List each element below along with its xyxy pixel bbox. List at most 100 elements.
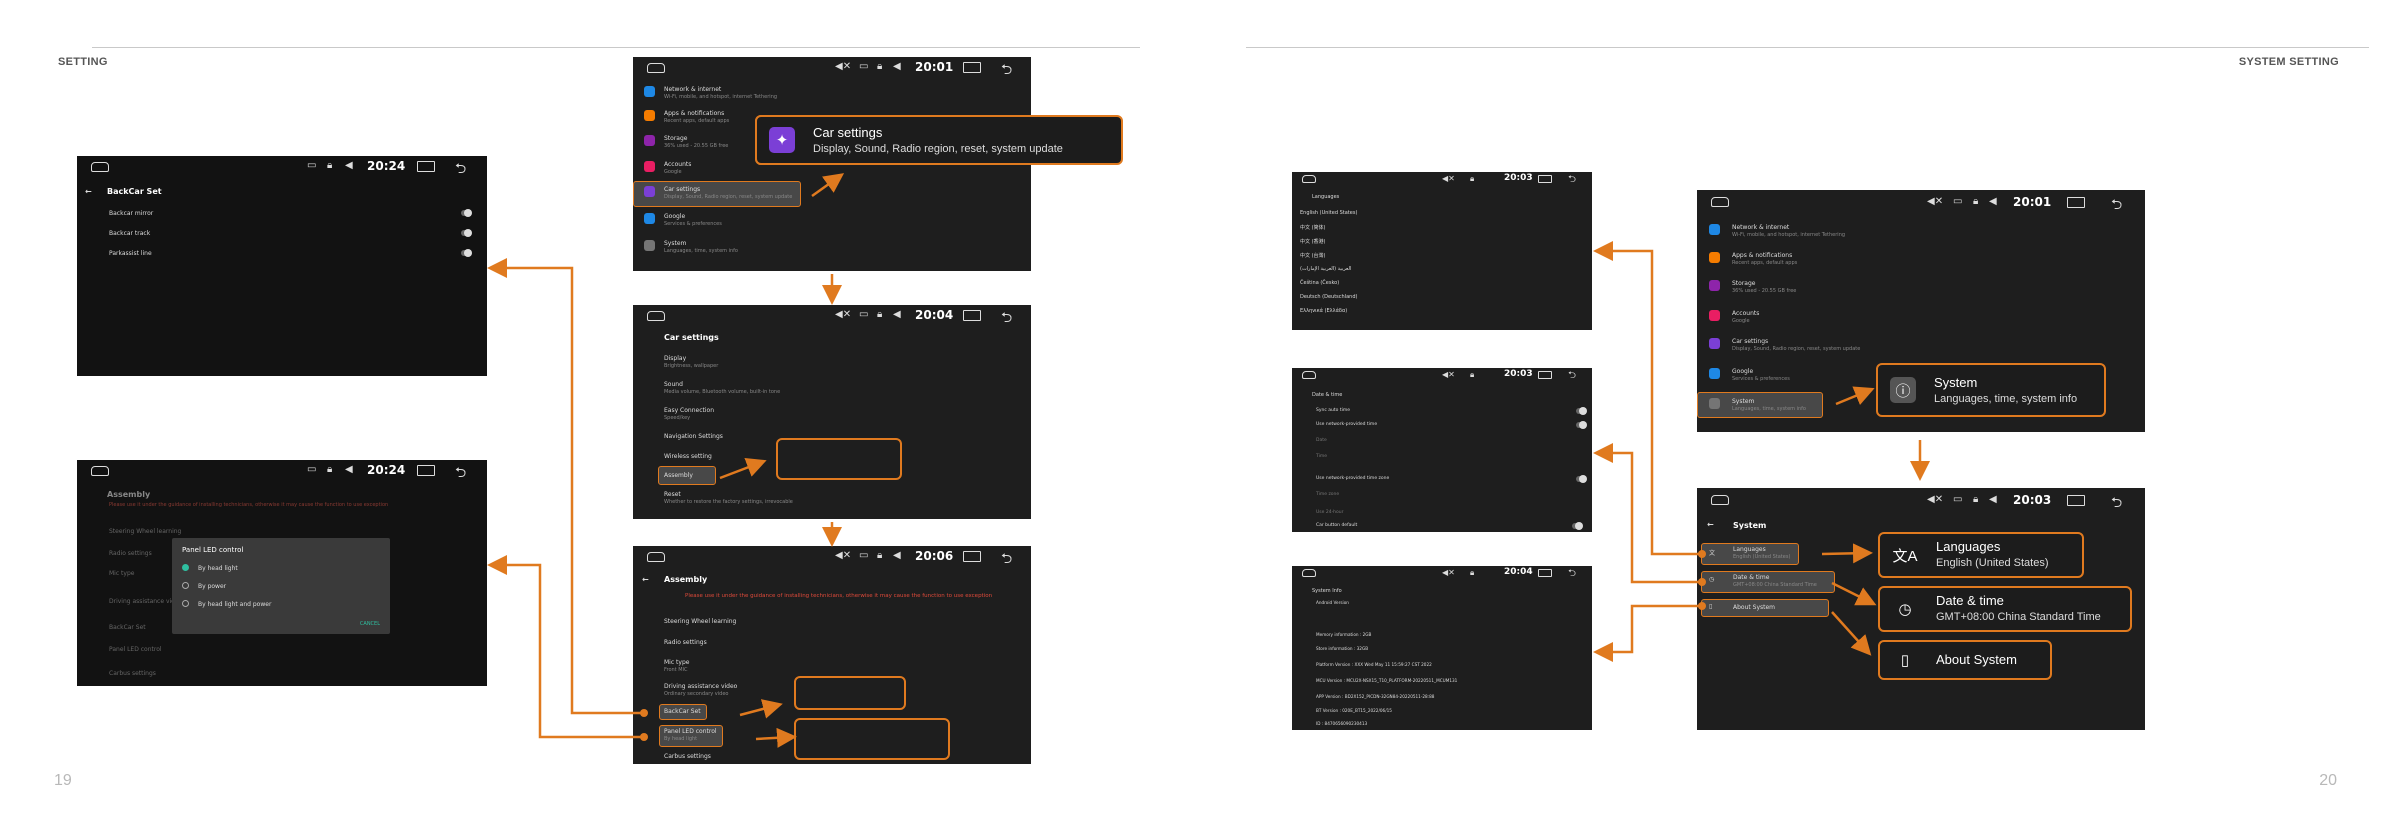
back-arrow-icon[interactable]: ← — [1707, 520, 1714, 529]
network-time-toggle[interactable] — [1576, 421, 1587, 429]
backcar-mirror-toggle[interactable] — [461, 209, 472, 217]
system-item-about[interactable]: About System — [1733, 604, 1775, 611]
recent-apps-icon[interactable] — [1538, 175, 1552, 183]
system-item-date-time[interactable]: Date & time GMT+08:00 China Standard Time — [1733, 574, 1817, 588]
recent-apps-icon[interactable] — [1538, 371, 1552, 379]
back-icon[interactable]: ⮌ — [2111, 194, 2122, 218]
home-icon[interactable] — [91, 162, 109, 172]
back-icon[interactable]: ⮌ — [1568, 566, 1576, 583]
back-icon[interactable]: ⮌ — [2111, 492, 2122, 516]
home-icon[interactable] — [647, 311, 665, 321]
assembly-item-panel-led[interactable]: Panel LED control By head light — [664, 728, 717, 742]
car-item-navigation[interactable]: Navigation Settings — [664, 433, 723, 440]
settings-item-google[interactable]: Google Services & preferences — [664, 213, 722, 227]
settings-item-system[interactable]: System Languages, time, system info — [664, 240, 738, 254]
system-item-languages[interactable]: Languages English (United States) — [1733, 546, 1790, 560]
option-by-power[interactable]: By power — [198, 583, 226, 590]
settings-item-storage[interactable]: Storage 36% used - 20.55 GB free — [664, 135, 728, 149]
radio-icon[interactable] — [182, 600, 189, 607]
datetime-item[interactable]: Sync auto time — [1316, 408, 1350, 413]
settings-item-system[interactable]: System Languages, time, system info — [1732, 398, 1806, 412]
language-item[interactable]: Deutsch (Deutschland) — [1300, 294, 1357, 300]
back-icon[interactable]: ⮌ — [455, 462, 466, 486]
home-icon[interactable] — [91, 466, 109, 476]
option-head-light-and-power[interactable]: By head light and power — [198, 601, 271, 608]
parkassist-line-toggle[interactable] — [461, 249, 472, 257]
car-item-reset[interactable]: Reset Whether to restore the factory sett… — [664, 491, 793, 505]
network-zone-toggle[interactable] — [1576, 475, 1587, 483]
settings-item-storage[interactable]: Storage 36% used - 20.55 GB free — [1732, 280, 1796, 294]
assembly-item-mic[interactable]: Mic type Front MIC — [664, 659, 689, 673]
back-icon[interactable]: ⮌ — [1001, 548, 1012, 572]
recent-apps-icon[interactable] — [417, 161, 435, 172]
recent-apps-icon[interactable] — [963, 310, 981, 321]
notification-icon: ▭ — [859, 61, 869, 72]
language-item[interactable]: 中文 (简体) — [1300, 224, 1326, 231]
datetime-item[interactable]: Use 24-hour — [1316, 510, 1344, 515]
car-item-sound[interactable]: Sound Media volume, Bluetooth volume, bui… — [664, 381, 780, 395]
back-icon[interactable]: ⮌ — [1001, 307, 1012, 331]
car-item-assembly[interactable]: Assembly — [664, 472, 693, 479]
back-icon[interactable]: ⮌ — [1568, 368, 1576, 385]
language-item[interactable]: 中文 (香港) — [1300, 238, 1326, 245]
recent-apps-icon[interactable] — [417, 465, 435, 476]
cancel-button[interactable]: CANCEL — [360, 621, 380, 627]
settings-item-network[interactable]: Network & internet Wi-Fi, mobile, and hot… — [1732, 224, 1845, 238]
datetime-item[interactable]: Car button default — [1316, 523, 1357, 528]
assembly-item-carbus[interactable]: Carbus settings — [664, 753, 711, 760]
datetime-item[interactable]: Use network-provided time — [1316, 422, 1377, 427]
assembly-item-driving-video[interactable]: Driving assistance video Ordinary seconda… — [664, 683, 737, 697]
recent-apps-icon[interactable] — [963, 551, 981, 562]
settings-item-accounts[interactable]: Accounts Google — [664, 161, 691, 175]
assembly-item-backcar[interactable]: BackCar Set — [664, 708, 701, 715]
back-icon[interactable]: ⮌ — [455, 158, 466, 182]
language-item[interactable]: العربية (العربية الإمارات) — [1300, 266, 1351, 272]
back-icon[interactable]: ⮌ — [1568, 172, 1576, 189]
parkassist-line-row[interactable]: Parkassist line — [109, 250, 152, 257]
language-item[interactable]: Ελληνικά (Ελλάδα) — [1300, 308, 1347, 314]
settings-item-network[interactable]: Network & internet Wi-Fi, mobile, and hot… — [664, 86, 777, 100]
back-arrow-icon[interactable]: ← — [642, 575, 649, 584]
recent-apps-icon[interactable] — [1538, 569, 1552, 577]
home-icon[interactable] — [1711, 495, 1729, 505]
settings-item-apps[interactable]: Apps & notifications Recent apps, default… — [664, 110, 729, 124]
car-button-toggle[interactable] — [1572, 522, 1583, 530]
assembly-item-radio[interactable]: Radio settings — [664, 639, 707, 646]
home-icon[interactable] — [647, 63, 665, 73]
backcar-track-row[interactable]: Backcar track — [109, 230, 150, 237]
language-item[interactable]: Čeština (Česko) — [1300, 280, 1339, 286]
home-icon[interactable] — [1302, 371, 1316, 379]
home-icon[interactable] — [1302, 175, 1316, 183]
datetime-item[interactable]: Date — [1316, 438, 1327, 443]
recent-apps-icon[interactable] — [2067, 197, 2085, 208]
settings-item-accounts[interactable]: Accounts Google — [1732, 310, 1759, 324]
back-arrow-icon[interactable]: ← — [85, 187, 92, 196]
car-item-easy-connection[interactable]: Easy Connection Speed/key — [664, 407, 714, 421]
about-system-callout: ▯ About System — [1878, 640, 2052, 680]
car-item-display[interactable]: Display Brightness, wallpaper — [664, 355, 718, 369]
assembly-item-steering[interactable]: Steering Wheel learning — [664, 618, 736, 625]
clock: 20:03 — [1504, 369, 1533, 379]
sync-time-toggle[interactable] — [1576, 407, 1587, 415]
language-item[interactable]: 中文 (台灣) — [1300, 252, 1326, 259]
language-item[interactable]: English (United States) — [1300, 210, 1357, 216]
radio-selected-icon[interactable] — [182, 564, 189, 571]
settings-item-apps[interactable]: Apps & notifications Recent apps, default… — [1732, 252, 1797, 266]
datetime-item[interactable]: Time zone — [1316, 492, 1339, 497]
backcar-mirror-row[interactable]: Backcar mirror — [109, 210, 153, 217]
car-item-wireless[interactable]: Wireless setting — [664, 453, 712, 460]
backcar-track-toggle[interactable] — [461, 229, 472, 237]
back-icon[interactable]: ⮌ — [1001, 59, 1012, 83]
recent-apps-icon[interactable] — [2067, 495, 2085, 506]
settings-item-google[interactable]: Google Services & preferences — [1732, 368, 1790, 382]
radio-icon[interactable] — [182, 582, 189, 589]
settings-item-car[interactable]: Car settings Display, Sound, Radio region… — [1732, 338, 1860, 352]
settings-item-car[interactable]: Car settings Display, Sound, Radio region… — [664, 186, 792, 200]
option-by-head-light[interactable]: By head light — [198, 565, 238, 572]
home-icon[interactable] — [1302, 569, 1316, 577]
home-icon[interactable] — [647, 552, 665, 562]
recent-apps-icon[interactable] — [963, 62, 981, 73]
home-icon[interactable] — [1711, 197, 1729, 207]
datetime-item[interactable]: Time — [1316, 454, 1327, 459]
datetime-item[interactable]: Use network-provided time zone — [1316, 476, 1389, 481]
